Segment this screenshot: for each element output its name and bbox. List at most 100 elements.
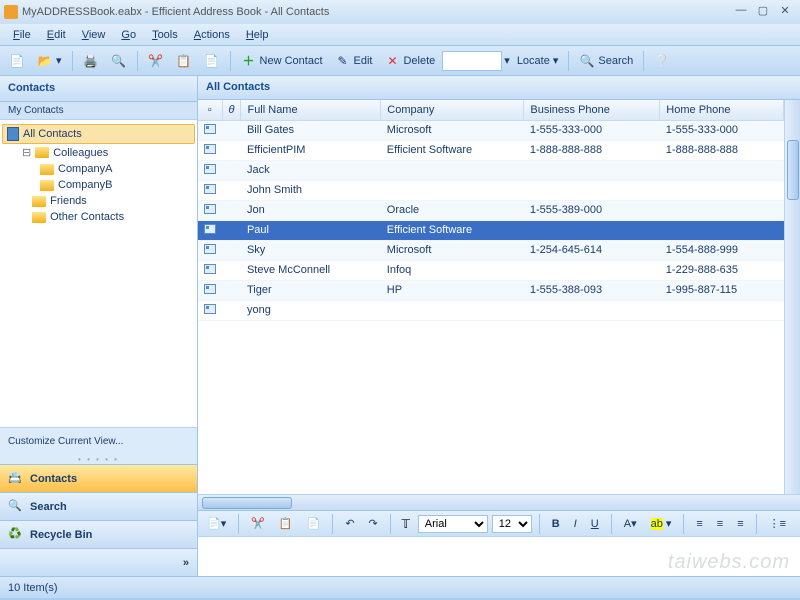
table-row[interactable]: Bill GatesMicrosoft1-555-333-0001-555-33… bbox=[198, 120, 784, 140]
align-right-button[interactable]: ≡ bbox=[732, 513, 748, 535]
search-label: Search bbox=[598, 55, 633, 67]
customize-view-link[interactable]: Customize Current View... bbox=[0, 427, 197, 455]
paste-button[interactable]: 📄 bbox=[199, 50, 225, 72]
table-row[interactable]: Steve McConnellInfoq1-229-888-635 bbox=[198, 260, 784, 280]
tree-companya[interactable]: CompanyA bbox=[2, 161, 195, 177]
cell-company bbox=[381, 300, 524, 320]
delete-button[interactable]: ✕Delete bbox=[379, 50, 440, 72]
menu-tools[interactable]: Tools bbox=[145, 27, 185, 43]
filter-dropdown[interactable] bbox=[442, 51, 502, 71]
cell-homephone bbox=[660, 180, 784, 200]
vertical-scrollbar[interactable] bbox=[784, 100, 800, 494]
editor-paste-button[interactable]: 📄 bbox=[302, 513, 326, 535]
cut-icon: ✂️ bbox=[148, 53, 164, 69]
cell-company bbox=[381, 160, 524, 180]
menu-actions[interactable]: Actions bbox=[187, 27, 237, 43]
scroll-thumb[interactable] bbox=[202, 497, 292, 509]
editor-area[interactable] bbox=[198, 536, 800, 576]
align-center-button[interactable]: ≡ bbox=[712, 513, 728, 535]
font-family-select[interactable]: Arial bbox=[418, 515, 488, 533]
tree-all-contacts[interactable]: All Contacts bbox=[2, 124, 195, 144]
col-bizphone[interactable]: Business Phone bbox=[524, 100, 660, 120]
nav-contacts[interactable]: 📇Contacts bbox=[0, 464, 197, 492]
table-row[interactable]: yong bbox=[198, 300, 784, 320]
cell-name: John Smith bbox=[241, 180, 381, 200]
cell-bizphone: 1-555-333-000 bbox=[524, 120, 660, 140]
col-type[interactable]: ▫ bbox=[198, 100, 222, 120]
font-size-select[interactable]: 12 bbox=[492, 515, 532, 533]
nav-recycle[interactable]: ♻️Recycle Bin bbox=[0, 520, 197, 548]
x-icon: ✕ bbox=[384, 53, 400, 69]
splitter[interactable]: • • • • • bbox=[0, 455, 197, 464]
horizontal-scrollbar[interactable] bbox=[198, 494, 800, 510]
addressbook-icon bbox=[7, 127, 19, 141]
close-button[interactable]: ✕ bbox=[775, 4, 795, 20]
table-row[interactable]: SkyMicrosoft1-254-645-6141-554-888-999 bbox=[198, 240, 784, 260]
col-attach[interactable]: θ bbox=[222, 100, 241, 120]
help-button[interactable]: ❔ bbox=[649, 50, 675, 72]
cell-bizphone: 1-555-388-093 bbox=[524, 280, 660, 300]
tree-other[interactable]: Other Contacts bbox=[2, 209, 195, 225]
editor-cut-button[interactable]: ✂️ bbox=[246, 513, 270, 535]
underline-button[interactable]: U bbox=[586, 513, 604, 535]
cell-homephone: 1-229-888-635 bbox=[660, 260, 784, 280]
cut-button[interactable]: ✂️ bbox=[143, 50, 169, 72]
col-homephone[interactable]: Home Phone bbox=[660, 100, 784, 120]
menu-view[interactable]: View bbox=[75, 27, 113, 43]
print-preview-button[interactable]: 🔍 bbox=[106, 50, 132, 72]
contacts-grid[interactable]: ▫ θ Full Name Company Business Phone Hom… bbox=[198, 100, 784, 494]
search-button[interactable]: 🔍Search bbox=[574, 50, 638, 72]
maximize-button[interactable]: ▢ bbox=[753, 4, 773, 20]
editor-new-button[interactable]: 📄▾ bbox=[202, 513, 231, 535]
col-company[interactable]: Company bbox=[381, 100, 524, 120]
search-icon: 🔍 bbox=[579, 53, 595, 69]
editor-redo-button[interactable]: ↷ bbox=[364, 513, 383, 535]
table-row[interactable]: TigerHP1-555-388-0931-995-887-115 bbox=[198, 280, 784, 300]
col-fullname[interactable]: Full Name bbox=[241, 100, 381, 120]
menu-help[interactable]: Help bbox=[239, 27, 276, 43]
tree-friends[interactable]: Friends bbox=[2, 193, 195, 209]
open-button[interactable]: 📂▾ bbox=[32, 50, 67, 72]
contact-icon bbox=[204, 144, 216, 154]
cell-homephone: 1-555-333-000 bbox=[660, 120, 784, 140]
contact-icon bbox=[204, 244, 216, 254]
editor-undo-button[interactable]: ↶ bbox=[340, 513, 359, 535]
edit-button[interactable]: ✎Edit bbox=[330, 50, 378, 72]
bold-button[interactable]: B bbox=[547, 513, 565, 535]
cell-bizphone bbox=[524, 180, 660, 200]
sidebar: Contacts My Contacts All Contacts ⊟Colle… bbox=[0, 76, 198, 576]
nav-search[interactable]: 🔍Search bbox=[0, 492, 197, 520]
cell-bizphone: 1-254-645-614 bbox=[524, 240, 660, 260]
table-row[interactable]: PaulEfficient Software bbox=[198, 220, 784, 240]
minimize-button[interactable]: — bbox=[731, 4, 751, 20]
italic-button[interactable]: I bbox=[569, 513, 582, 535]
locate-button[interactable]: Locate ▾ bbox=[512, 50, 564, 72]
editor-copy-button[interactable]: 📋 bbox=[274, 513, 298, 535]
row-icon bbox=[198, 160, 222, 180]
new-file-button[interactable]: 📄 bbox=[4, 50, 30, 72]
table-row[interactable]: JonOracle1-555-389-000 bbox=[198, 200, 784, 220]
table-row[interactable]: Jack bbox=[198, 160, 784, 180]
align-left-button[interactable]: ≡ bbox=[691, 513, 707, 535]
table-row[interactable]: EfficientPIMEfficient Software1-888-888-… bbox=[198, 140, 784, 160]
tree-colleagues[interactable]: ⊟Colleagues bbox=[2, 144, 195, 161]
bullets-button[interactable]: ⋮≡ bbox=[764, 513, 791, 535]
recycle-icon: ♻️ bbox=[8, 527, 24, 543]
nav-more[interactable]: » bbox=[0, 548, 197, 576]
scroll-thumb[interactable] bbox=[787, 140, 799, 200]
menu-file[interactable]: File bbox=[6, 27, 38, 43]
tree-companyb[interactable]: CompanyB bbox=[2, 177, 195, 193]
new-contact-button[interactable]: ＋New Contact bbox=[236, 50, 328, 72]
print-button[interactable]: 🖨️ bbox=[78, 50, 104, 72]
sidebar-subheader: My Contacts bbox=[0, 102, 197, 120]
cell-name: Paul bbox=[241, 220, 381, 240]
expand-icon[interactable]: ⊟ bbox=[22, 146, 31, 159]
menu-go[interactable]: Go bbox=[114, 27, 143, 43]
fontcolor-button[interactable]: A▾ bbox=[619, 513, 642, 535]
menu-edit[interactable]: Edit bbox=[40, 27, 73, 43]
highlight-button[interactable]: ab▾ bbox=[646, 513, 677, 535]
table-row[interactable]: John Smith bbox=[198, 180, 784, 200]
copy-button[interactable]: 📋 bbox=[171, 50, 197, 72]
contact-icon bbox=[204, 304, 216, 314]
search-icon: 🔍 bbox=[8, 499, 24, 515]
